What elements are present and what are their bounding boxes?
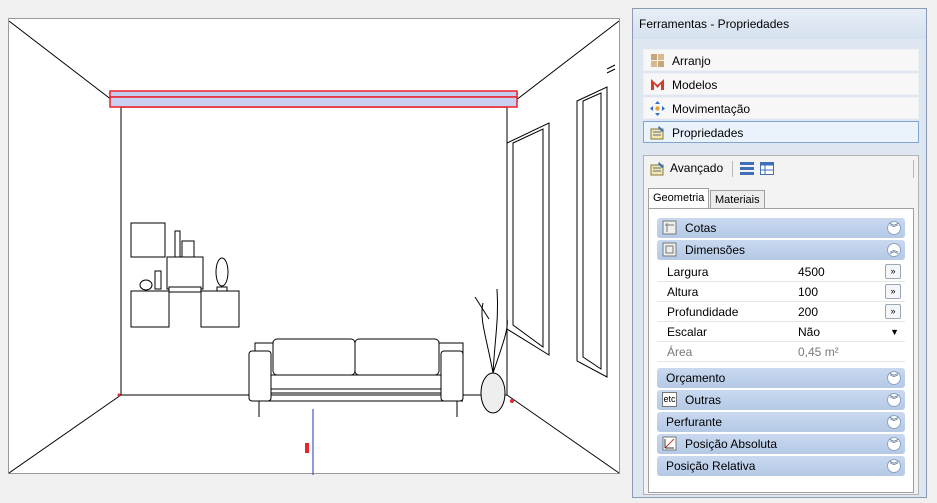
section-posicao-relativa-label: Posição Relativa (666, 459, 756, 473)
property-value[interactable]: Não (798, 322, 820, 342)
section-posicao-absoluta-label: Posição Absoluta (685, 437, 778, 451)
property-value[interactable]: 200 (798, 302, 818, 322)
section-perfurante[interactable]: Perfurante ︾ (657, 412, 905, 432)
models-icon (651, 79, 664, 90)
property-value[interactable]: 4500 (798, 262, 825, 282)
section-outras[interactable]: etc Outras ︾ (657, 390, 905, 410)
section-outras-label: Outras (685, 393, 722, 407)
property-label: Escalar (667, 325, 708, 339)
axis-marker (117, 393, 514, 475)
advanced-panel: Avançado Geometria Materiais Cotas ︾ Dim… (643, 155, 919, 495)
properties-icon (650, 162, 664, 176)
plant-drawing (474, 288, 508, 414)
property-label: Largura (667, 265, 709, 279)
chevron-down-icon[interactable]: ︾ (887, 415, 901, 429)
nav-label-propriedades: Propriedades (672, 126, 744, 140)
nav-item-propriedades[interactable]: Propriedades (643, 121, 919, 143)
chevron-down-icon[interactable]: ︾ (887, 221, 901, 235)
section-perfurante-label: Perfurante (666, 415, 723, 429)
selected-beam[interactable] (108, 90, 519, 108)
property-row-largura: Largura 4500 » (657, 262, 905, 282)
property-label: Área (667, 345, 693, 359)
geometry-tab-body: Cotas ︾ Dimensões ︽ Largura 4500 » Altur… (648, 208, 914, 493)
dimensions-ruler-icon (662, 220, 677, 235)
window-drawing (506, 64, 616, 378)
sofa-drawing (248, 338, 464, 417)
arrangement-icon (651, 54, 664, 67)
move-icon (650, 101, 665, 116)
panel-title: Ferramentas - Propriedades (633, 9, 926, 39)
dimensions-box-icon (662, 242, 677, 257)
section-orcamento[interactable]: Orçamento ︾ (657, 368, 905, 388)
tab-geometria[interactable]: Geometria (648, 188, 710, 209)
property-label: Profundidade (667, 305, 739, 319)
section-posicao-relativa[interactable]: Posição Relativa ︾ (657, 456, 905, 476)
section-cotas-label: Cotas (685, 221, 717, 235)
expand-button[interactable]: » (885, 304, 901, 319)
section-posicao-absoluta[interactable]: Posição Absoluta ︾ (657, 434, 905, 454)
chevron-down-icon[interactable]: ︾ (887, 393, 901, 407)
chevron-down-icon[interactable]: ︾ (887, 371, 901, 385)
section-dimensoes[interactable]: Dimensões ︽ (657, 240, 905, 260)
etc-icon: etc (662, 392, 677, 407)
section-dimensoes-label: Dimensões (685, 243, 746, 257)
property-value[interactable]: 100 (798, 282, 818, 302)
property-value: 0,45 m² (798, 345, 839, 359)
nav-label-arranjo: Arranjo (672, 54, 711, 68)
advanced-label[interactable]: Avançado (670, 161, 723, 175)
tools-properties-panel: Ferramentas - Propriedades Arranjo Model… (632, 8, 927, 498)
property-label: Altura (667, 285, 699, 299)
section-cotas[interactable]: Cotas ︾ (657, 218, 905, 238)
tab-materiais[interactable]: Materiais (710, 190, 765, 209)
shelves-drawing (130, 222, 240, 328)
dropdown-arrow-icon[interactable]: ▼ (890, 322, 899, 342)
property-row-area: Área 0,45 m² (657, 342, 905, 362)
nav-item-modelos[interactable]: Modelos (643, 73, 919, 95)
categorized-view-icon[interactable] (740, 161, 754, 176)
nav-item-arranjo[interactable]: Arranjo (643, 49, 919, 71)
table-view-icon[interactable] (760, 161, 774, 176)
property-row-escalar: Escalar Não ▼ (657, 322, 905, 342)
properties-icon (650, 126, 664, 140)
chevron-up-icon[interactable]: ︽ (887, 243, 901, 257)
expand-button[interactable]: » (885, 284, 901, 299)
property-row-profundidade: Profundidade 200 » (657, 302, 905, 322)
3d-viewport[interactable] (8, 18, 620, 475)
expand-button[interactable]: » (885, 264, 901, 279)
chevron-down-icon[interactable]: ︾ (887, 459, 901, 473)
nav-label-movimentacao: Movimentação (672, 102, 751, 116)
section-orcamento-label: Orçamento (666, 371, 726, 385)
nav-item-movimentacao[interactable]: Movimentação (643, 97, 919, 119)
chevron-down-icon[interactable]: ︾ (887, 437, 901, 451)
property-row-altura: Altura 100 » (657, 282, 905, 302)
nav-label-modelos: Modelos (672, 78, 718, 92)
advanced-toolbar: Avançado (644, 156, 918, 182)
position-icon (662, 436, 677, 451)
room-drawing (9, 20, 620, 475)
